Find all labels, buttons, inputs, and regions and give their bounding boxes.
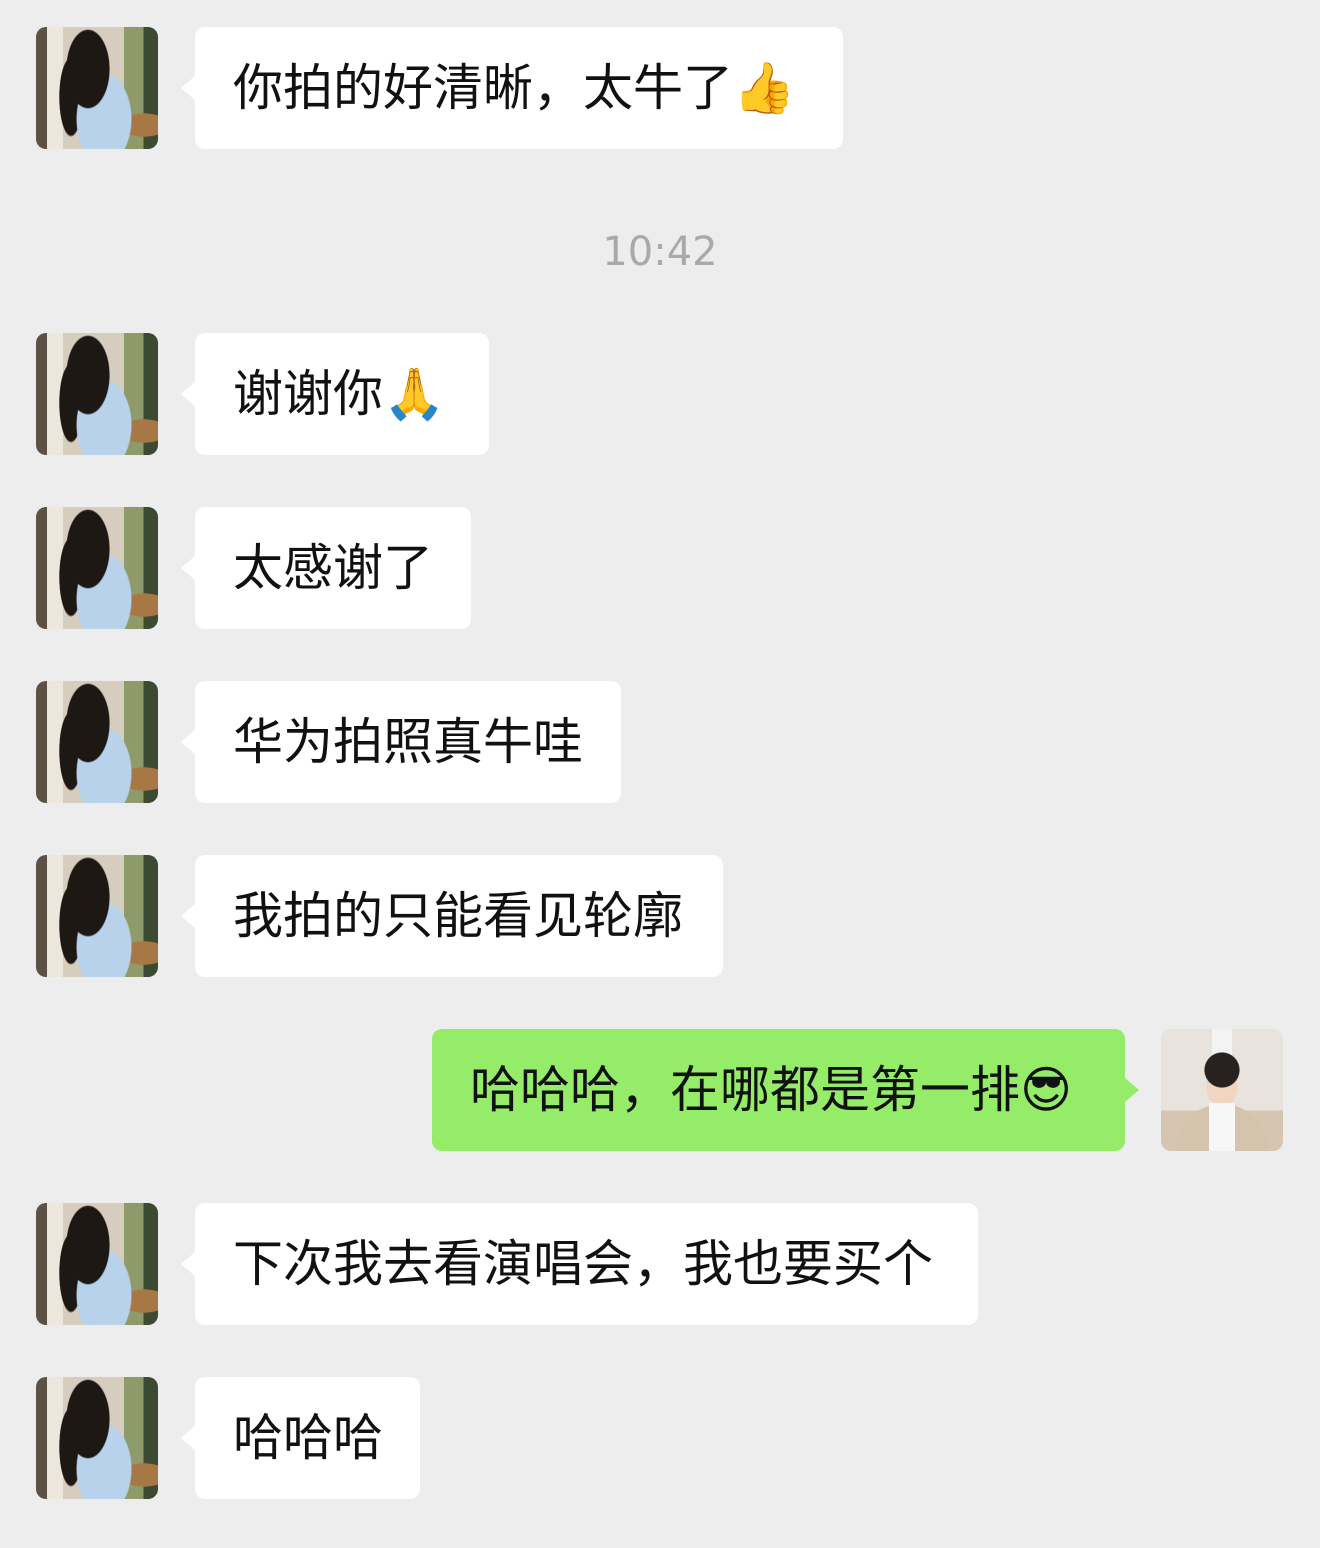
message-text: 哈哈哈 — [233, 1409, 383, 1467]
message-text: 我拍的只能看见轮廓 — [233, 887, 683, 945]
contact-avatar[interactable] — [36, 1377, 158, 1499]
message-row-self: 哈哈哈，在哪都是第一排😎 — [0, 1029, 1320, 1151]
self-avatar[interactable] — [1161, 1029, 1283, 1151]
message-bubble[interactable]: 你拍的好清晰，太牛了👍 — [181, 27, 843, 149]
message-text: 哈哈哈，在哪都是第一排😎 — [470, 1061, 1073, 1119]
message-text: 谢谢你🙏 — [233, 365, 446, 423]
message-text: 太感谢了 — [233, 539, 433, 597]
contact-avatar[interactable] — [36, 855, 158, 977]
message-bubble[interactable]: 下次我去看演唱会，我也要买个 — [181, 1203, 978, 1325]
timestamp: 10:42 — [602, 229, 718, 275]
contact-avatar[interactable] — [36, 681, 158, 803]
message-row: 我拍的只能看见轮廓 — [0, 855, 1320, 977]
contact-avatar[interactable] — [36, 27, 158, 149]
message-row: 你拍的好清晰，太牛了👍 — [0, 27, 1320, 149]
contact-avatar[interactable] — [36, 1203, 158, 1325]
message-row: 华为拍照真牛哇 — [0, 681, 1320, 803]
message-bubble-self[interactable]: 哈哈哈，在哪都是第一排😎 — [432, 1029, 1139, 1151]
contact-avatar[interactable] — [36, 333, 158, 455]
message-row: 太感谢了 — [0, 507, 1320, 629]
message-text: 华为拍照真牛哇 — [233, 713, 583, 771]
message-text: 下次我去看演唱会，我也要买个 — [233, 1235, 933, 1293]
message-row: 谢谢你🙏 — [0, 333, 1320, 455]
message-bubble[interactable]: 哈哈哈 — [181, 1377, 420, 1499]
message-row: 下次我去看演唱会，我也要买个 — [0, 1203, 1320, 1325]
message-bubble[interactable]: 太感谢了 — [181, 507, 471, 629]
message-bubble[interactable]: 华为拍照真牛哇 — [181, 681, 621, 803]
message-text: 你拍的好清晰，太牛了👍 — [233, 59, 796, 117]
message-bubble[interactable]: 谢谢你🙏 — [181, 333, 489, 455]
contact-avatar[interactable] — [36, 507, 158, 629]
message-row: 哈哈哈 — [0, 1377, 1320, 1499]
message-bubble[interactable]: 我拍的只能看见轮廓 — [181, 855, 723, 977]
